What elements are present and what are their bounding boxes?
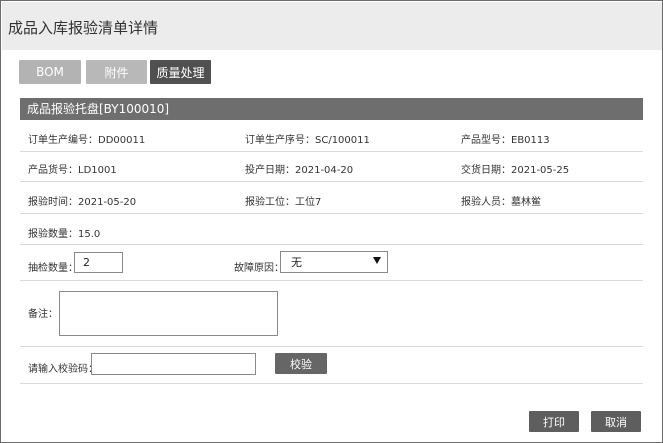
tab-bom[interactable]: BOM	[19, 60, 81, 84]
page-title: 成品入库报验清单详情	[8, 19, 159, 37]
verify-button[interactable]: 校验	[275, 353, 327, 374]
dropdown-arrow-icon	[373, 257, 381, 264]
check-code-input[interactable]	[91, 353, 256, 375]
production-date: 投产日期：2021-04-20	[245, 165, 354, 176]
order-no: 订单生产编号：DD00011	[28, 135, 146, 146]
check-code-label: 请输入校验码：	[28, 364, 98, 375]
delivery-date: 交货日期：2021-05-25	[461, 165, 570, 176]
remark-textarea[interactable]	[59, 291, 278, 336]
order-seq: 订单生产序号：SC/100011	[245, 135, 370, 146]
info-row: 报验数量：15.0	[20, 214, 643, 245]
product-code: 产品货号：LD1001	[28, 165, 117, 176]
tab-quality[interactable]: 质量处理	[150, 60, 211, 84]
form-row: 备注：	[20, 281, 643, 347]
info-row: 报验时间：2021-05-20 报验工位：工位7 报验人员：墓林鲎	[20, 182, 643, 214]
fault-reason-select[interactable]: 无	[280, 251, 388, 273]
fault-reason-value: 无	[291, 256, 302, 269]
info-row: 产品货号：LD1001 投产日期：2021-04-20 交货日期：2021-05…	[20, 152, 643, 182]
inspector: 报验人员：墓林鲎	[461, 197, 541, 208]
remark-label: 备注：	[28, 309, 58, 320]
fault-reason-label: 故障原因：	[234, 263, 284, 274]
section-header: 成品报验托盘[BY100010]	[20, 98, 643, 120]
title-bar: 成品入库报验清单详情	[2, 2, 662, 50]
inspect-qty: 报验数量：15.0	[28, 229, 101, 240]
tab-attachment[interactable]: 附件	[86, 60, 147, 84]
form-row: 抽检数量： 2 故障原因： 无	[20, 245, 643, 281]
inspect-time: 报验时间：2021-05-20	[28, 197, 137, 208]
dialog-frame: 成品入库报验清单详情 BOM 附件 质量处理 成品报验托盘[BY100010] …	[0, 0, 663, 443]
info-row: 订单生产编号：DD00011 订单生产序号：SC/100011 产品型号：EB0…	[20, 120, 643, 152]
form-row: 请输入校验码：	[20, 347, 643, 384]
inspect-station: 报验工位：工位7	[245, 197, 322, 208]
print-button[interactable]: 打印	[529, 411, 579, 432]
sample-qty-input[interactable]: 2	[74, 252, 123, 273]
cancel-button[interactable]: 取消	[591, 411, 641, 432]
sample-qty-label: 抽检数量：	[28, 263, 78, 274]
product-model: 产品型号：EB0113	[461, 135, 550, 146]
